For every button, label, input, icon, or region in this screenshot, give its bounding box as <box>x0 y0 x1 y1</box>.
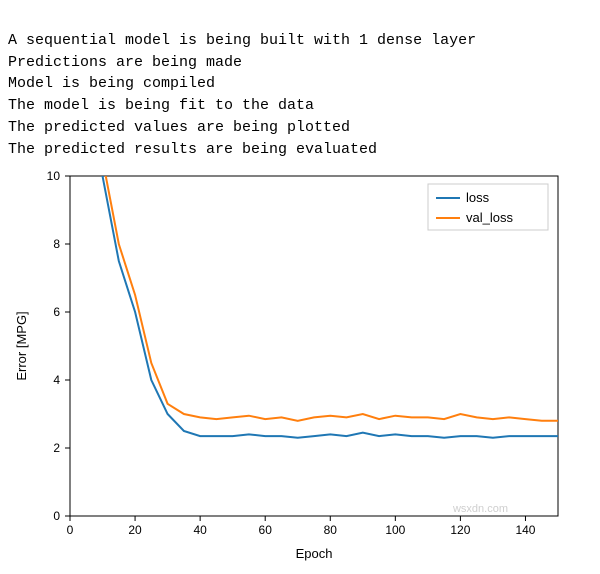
console-line: A sequential model is being built with 1… <box>8 32 476 49</box>
svg-text:80: 80 <box>324 523 338 537</box>
console-line: The model is being fit to the data <box>8 97 314 114</box>
x-axis-label: Epoch <box>296 546 333 561</box>
console-line: Model is being compiled <box>8 75 215 92</box>
y-axis-label: Error [MPG] <box>14 312 29 381</box>
svg-text:0: 0 <box>67 523 74 537</box>
svg-text:140: 140 <box>515 523 535 537</box>
svg-text:2: 2 <box>53 441 60 455</box>
watermark-text: wsxdn.com <box>452 503 508 515</box>
svg-text:8: 8 <box>53 237 60 251</box>
training-loss-chart: 0 20 40 60 80 100 120 140 0 2 4 6 8 10 Epoch Error [… <box>8 166 568 566</box>
svg-text:60: 60 <box>259 523 273 537</box>
svg-text:0: 0 <box>53 509 60 523</box>
legend: loss val_loss <box>428 184 548 230</box>
console-output: A sequential model is being built with 1… <box>8 8 592 160</box>
console-line: The predicted results are being evaluate… <box>8 141 377 158</box>
svg-text:20: 20 <box>128 523 142 537</box>
svg-text:120: 120 <box>450 523 470 537</box>
x-ticks: 0 20 40 60 80 100 120 140 <box>67 516 536 537</box>
y-ticks: 0 2 4 6 8 10 <box>47 169 70 523</box>
console-line: The predicted values are being plotted <box>8 119 350 136</box>
svg-text:6: 6 <box>53 305 60 319</box>
legend-label-valloss: val_loss <box>466 210 513 225</box>
svg-text:40: 40 <box>193 523 207 537</box>
svg-text:10: 10 <box>47 169 61 183</box>
svg-text:100: 100 <box>385 523 405 537</box>
legend-label-loss: loss <box>466 190 490 205</box>
console-line: Predictions are being made <box>8 54 242 71</box>
svg-text:4: 4 <box>53 373 60 387</box>
